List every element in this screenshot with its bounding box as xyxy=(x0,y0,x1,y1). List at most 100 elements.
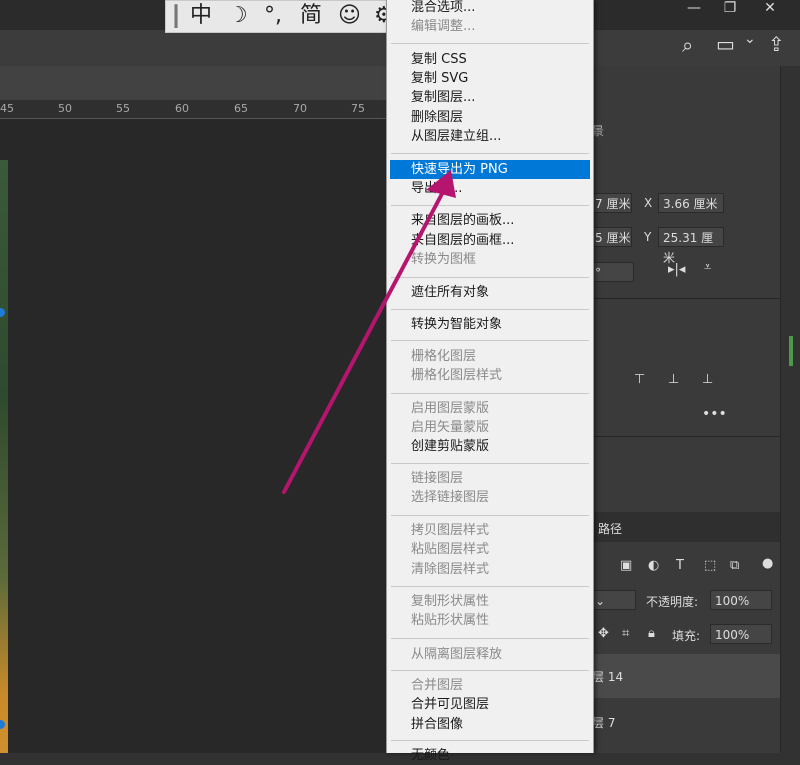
menu-item[interactable]: 无颜色 xyxy=(390,746,590,765)
menu-item: 复制形状属性 xyxy=(411,594,490,609)
layer-row[interactable]: 层 14 xyxy=(590,654,780,698)
opacity-field[interactable]: 100% xyxy=(710,590,772,610)
x-field[interactable]: 3.66 厘米 xyxy=(658,193,724,213)
menu-separator xyxy=(391,586,589,587)
menu-item[interactable]: 拼合图像 xyxy=(390,715,590,734)
close-icon[interactable]: ✕ xyxy=(752,0,788,18)
menu-separator xyxy=(391,205,589,206)
menu-item: 启用图层蒙版 xyxy=(411,401,490,416)
menu-item[interactable]: 混合选项... xyxy=(390,0,590,17)
shape-filter-icon[interactable]: ⬚ xyxy=(704,558,716,573)
ruler-label: 75 xyxy=(351,102,365,115)
canvas-area[interactable] xyxy=(0,119,386,753)
chevron-down-icon[interactable]: ⌄ xyxy=(744,31,756,47)
move-lock-icon[interactable]: ✥ xyxy=(598,626,609,641)
menu-item: 栅格化图层样式 xyxy=(411,368,503,383)
menu-item[interactable]: 转换为智能对象 xyxy=(390,315,590,334)
ime-chinese-mode[interactable]: 中 xyxy=(190,2,212,30)
menu-item[interactable]: 复制图层... xyxy=(390,88,590,107)
menu-item: 栅格化图层 xyxy=(411,349,477,364)
type-filter-icon[interactable]: T xyxy=(676,558,684,573)
menu-item: 编辑调整... xyxy=(411,19,476,34)
more-options-icon[interactable]: ••• xyxy=(702,406,727,422)
menu-separator xyxy=(391,153,589,154)
layer-name: 层 14 xyxy=(592,670,624,684)
menu-item[interactable]: 导出为... xyxy=(390,179,590,198)
menu-item[interactable]: 遮住所有对象 xyxy=(390,283,590,302)
ruler-label: 70 xyxy=(293,102,307,115)
image-filter-icon[interactable]: ▣ xyxy=(620,558,632,573)
menu-separator xyxy=(391,515,589,516)
menu-item[interactable]: 复制 CSS xyxy=(390,50,590,69)
menu-separator xyxy=(391,309,589,310)
menu-item[interactable]: 创建剪贴蒙版 xyxy=(390,437,590,456)
ime-emoji-icon[interactable]: ☺ xyxy=(338,2,361,30)
menu-item[interactable]: 快速导出为 PNG xyxy=(390,160,590,179)
adjustment-filter-icon[interactable]: ◐ xyxy=(648,558,659,573)
menu-item: 启用矢量蒙版 xyxy=(411,420,490,435)
fill-label: 填充: xyxy=(672,629,701,643)
align-bottom-icon[interactable]: ⊥ xyxy=(702,372,713,387)
panel-dock-strip xyxy=(780,66,800,753)
filter-toggle-icon[interactable]: ● xyxy=(762,556,773,571)
ruler-label: 60 xyxy=(175,102,189,115)
menu-item[interactable]: 来自图层的画板... xyxy=(390,211,590,230)
restore-icon[interactable]: ❐ xyxy=(712,0,748,18)
search-icon[interactable]: ⌕ xyxy=(682,33,693,57)
menu-item: 转换为图框 xyxy=(411,252,477,267)
menu-item: 粘贴形状属性 xyxy=(411,613,490,628)
ime-drag-handle[interactable]: ┃ xyxy=(170,2,182,30)
menu-item: 清除图层样式 xyxy=(411,562,490,577)
menu-separator xyxy=(391,463,589,464)
y-label: Y xyxy=(644,230,652,244)
ruler-label: 45 xyxy=(0,102,14,115)
ime-simplified-mode[interactable]: 简 xyxy=(300,2,322,30)
blend-mode-select[interactable]: ⌄ xyxy=(590,590,636,610)
height-field[interactable]: 5 厘米 xyxy=(590,227,632,247)
share-icon[interactable]: ⇪ xyxy=(768,32,785,56)
menu-item: 链接图层 xyxy=(411,471,464,486)
ime-punctuation-icon[interactable]: °, xyxy=(264,2,282,30)
smart-object-filter-icon[interactable]: ⧉ xyxy=(730,558,739,573)
width-field[interactable]: 7 厘米 xyxy=(590,193,632,213)
layer-name: 层 7 xyxy=(592,716,616,730)
menu-item[interactable]: 来自图层的画框... xyxy=(390,231,590,250)
flip-horizontal-icon[interactable]: ▸|◂ xyxy=(668,262,685,277)
menu-item[interactable]: 删除图层 xyxy=(390,108,590,127)
artboard-lock-icon[interactable]: ⌗ xyxy=(622,626,629,641)
menu-item[interactable]: 从图层建立组... xyxy=(390,127,590,146)
anchor-handle[interactable] xyxy=(0,308,5,317)
layer-context-menu: 混合选项... 编辑调整... 复制 CSS 复制 SVG 复制图层... 删除图层 从图层… xyxy=(386,0,594,763)
anchor-handle[interactable] xyxy=(0,720,5,729)
menu-item: 拷贝图层样式 xyxy=(411,523,490,538)
align-middle-icon[interactable]: ⊥ xyxy=(668,372,679,387)
menu-item: 从隔离图层释放 xyxy=(411,647,503,662)
layer-row[interactable]: 层 7 xyxy=(590,700,780,744)
image-edge xyxy=(0,160,8,753)
lock-icon[interactable]: 🔒︎ xyxy=(648,626,655,641)
properties-panel xyxy=(590,66,800,753)
workspace-icon[interactable]: ▭ xyxy=(716,32,735,56)
fill-field[interactable]: 100% xyxy=(710,624,772,644)
y-field[interactable]: 25.31 厘米 xyxy=(658,227,724,265)
flip-vertical-icon[interactable]: ⩡ xyxy=(704,260,711,275)
menu-separator xyxy=(391,393,589,394)
horizontal-ruler: 45 50 55 60 65 70 75 xyxy=(0,100,386,119)
menu-item: 选择链接图层 xyxy=(411,490,490,505)
menu-separator xyxy=(391,277,589,278)
minimize-icon[interactable]: — xyxy=(676,0,712,18)
angle-field[interactable]: ° xyxy=(590,262,634,282)
ime-toolbar: ┃ 中 ☽ °, 简 ☺ ⚙ xyxy=(165,0,407,33)
x-label: X xyxy=(644,196,653,210)
align-top-icon[interactable]: ⊤ xyxy=(634,372,645,387)
menu-separator xyxy=(391,670,589,671)
ruler-label: 65 xyxy=(234,102,248,115)
menu-item: 粘贴图层样式 xyxy=(411,542,490,557)
menu-item[interactable]: 复制 SVG xyxy=(390,69,590,88)
tab-paths[interactable]: 路径 xyxy=(598,520,622,537)
ime-halfwidth-icon[interactable]: ☽ xyxy=(228,2,248,30)
level-meter xyxy=(789,336,793,366)
divider xyxy=(590,298,780,299)
menu-item[interactable]: 合并可见图层 xyxy=(390,695,590,714)
menu-separator xyxy=(391,340,589,341)
